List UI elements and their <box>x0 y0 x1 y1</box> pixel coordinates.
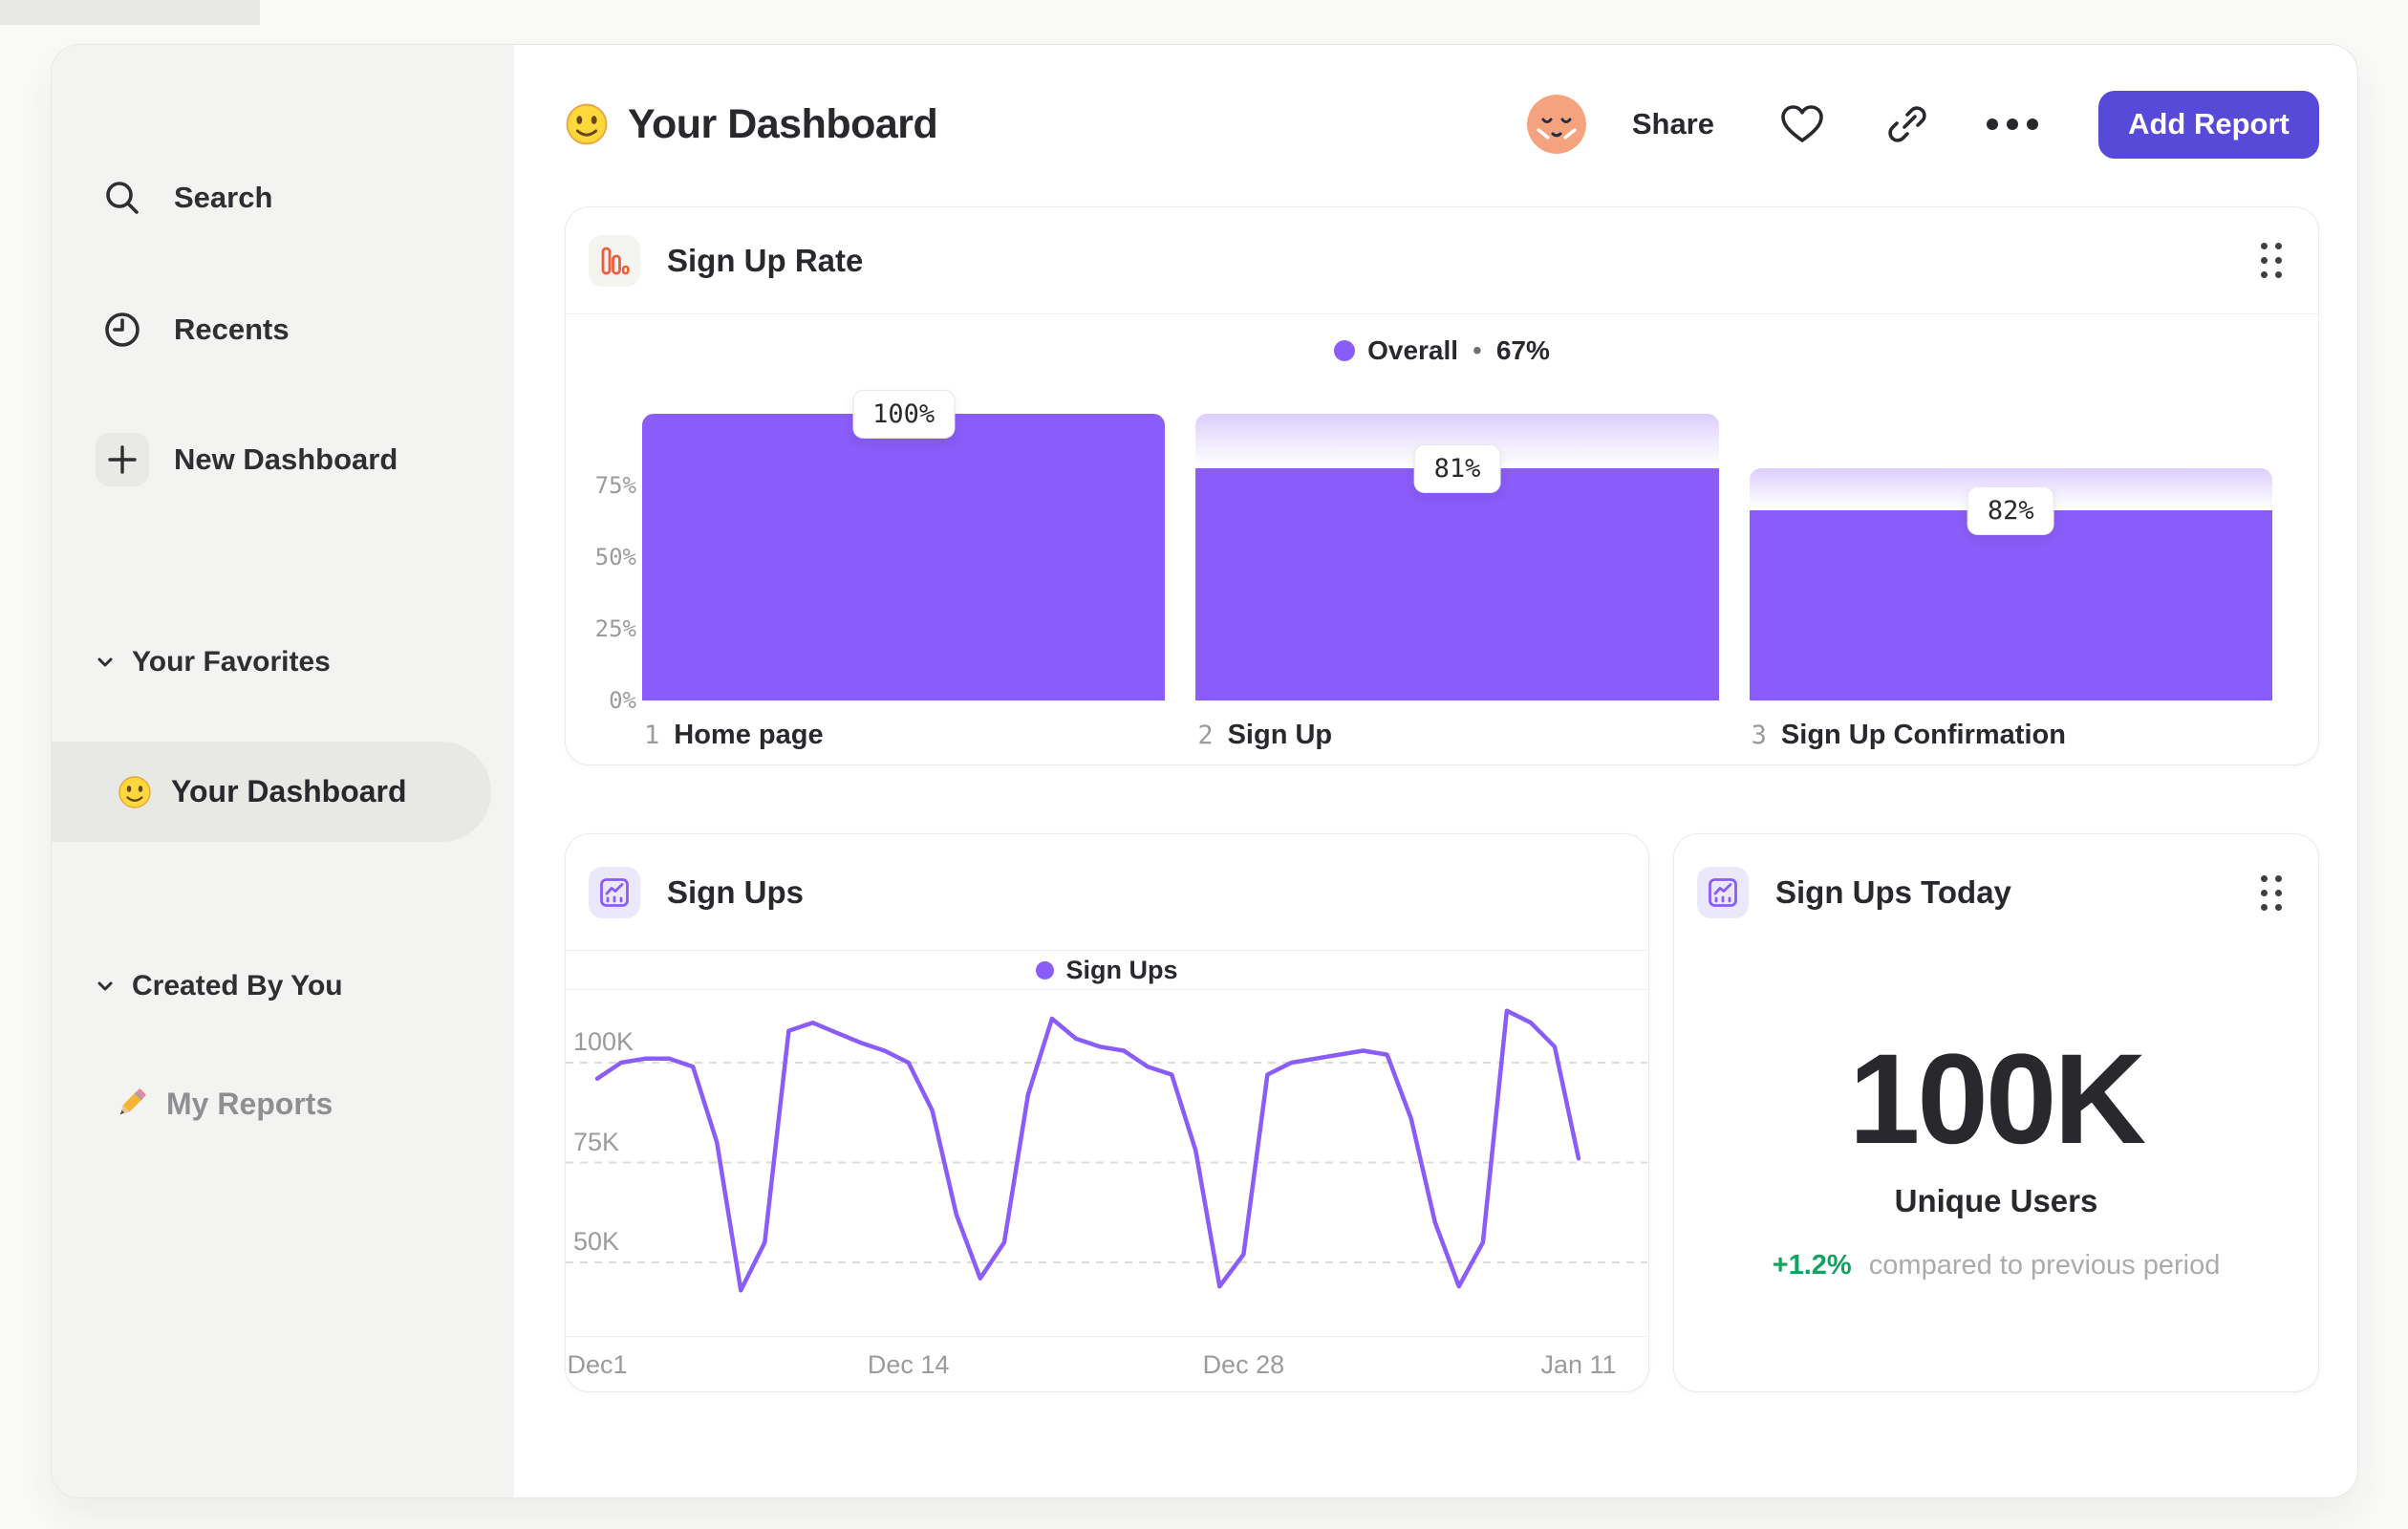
funnel-bar: 82% 3 Sign Up Confirmation <box>1749 414 2272 750</box>
sidebar-item-recents[interactable]: Recents <box>52 300 514 359</box>
sidebar: Search Recents New Dashboard Your Favori… <box>52 45 514 1497</box>
card-title: Sign Ups <box>667 873 805 910</box>
sign-up-rate-card: Sign Up Rate Overall • 67% 0% 25% 50% 75% 1… <box>565 206 2319 765</box>
chevron-down-icon <box>97 981 113 991</box>
line-chart-icon <box>589 866 640 918</box>
line-y-tick: 100K <box>573 1027 634 1056</box>
funnel-y-axis: 0% 25% 50% 75% <box>589 414 642 714</box>
copy-link-icon[interactable] <box>1886 103 1928 145</box>
main-content: Your Dashboard Share Add Report Sign Up … <box>514 45 2357 1497</box>
line-y-tick: 50K <box>573 1227 620 1256</box>
background-window-edge <box>0 0 260 25</box>
add-report-button[interactable]: Add Report <box>2098 90 2319 159</box>
metric-value: 100K <box>1848 1028 2146 1171</box>
chevron-down-icon <box>97 657 113 667</box>
line-chart-icon <box>1697 867 1749 918</box>
metric-label: Unique Users <box>1894 1182 2098 1218</box>
smiley-emoji <box>118 775 151 808</box>
line-x-tick: Dec 14 <box>867 1350 950 1379</box>
funnel-bars: 100% 1 Home page 81% 2 Sign Up 82% 3 Sign Up Con… <box>642 390 2272 750</box>
sidebar-item-your-dashboard[interactable]: Your Dashboard <box>52 742 491 842</box>
funnel-step-label: 1 Home page <box>644 720 824 750</box>
funnel-y-tick: 25% <box>594 615 636 642</box>
legend-dot <box>1334 340 1356 361</box>
line-x-tick: Dec1 <box>567 1350 628 1379</box>
sidebar-item-new-dashboard[interactable]: New Dashboard <box>52 430 514 489</box>
sidebar-item-my-reports[interactable]: My Reports <box>52 1074 514 1133</box>
metric-delta-caption: compared to previous period <box>1868 1249 2221 1281</box>
funnel-y-tick: 0% <box>609 687 636 714</box>
line-x-tick: Jan 11 <box>1540 1350 1617 1379</box>
sidebar-item-label: Your Dashboard <box>171 774 407 808</box>
card-title: Sign Ups Today <box>1775 874 2011 910</box>
funnel-step-label: 3 Sign Up Confirmation <box>1751 720 2066 750</box>
sidebar-section-your-favorites[interactable]: Your Favorites <box>52 641 514 683</box>
sidebar-item-label: New Dashboard <box>174 442 398 476</box>
drag-handle-icon[interactable] <box>2261 243 2282 278</box>
sign-ups-today-card: Sign Ups Today 100K Unique Users +1.2% c… <box>1673 833 2319 1392</box>
plus-icon <box>96 433 149 486</box>
funnel-chart: 0% 25% 50% 75% 100% 1 Home page 81% 2 Sign Up 82%… <box>589 390 2272 750</box>
line-x-tick: Dec 28 <box>1202 1350 1285 1379</box>
funnel-value-label: 100% <box>852 390 956 439</box>
dashboard-header: Your Dashboard Share Add Report <box>565 90 2319 159</box>
metric-delta-row: +1.2% compared to previous period <box>1674 1250 2318 1281</box>
sidebar-item-label: Recents <box>174 312 290 346</box>
funnel-bar-fill <box>642 414 1166 700</box>
avatar[interactable] <box>1526 95 1586 154</box>
funnel-step-label: 2 Sign Up <box>1197 720 1333 750</box>
bar-chart-icon <box>589 234 640 287</box>
funnel-y-tick: 50% <box>594 544 636 571</box>
line-chart: 100K 75K 50K <box>566 990 1648 1336</box>
search-icon <box>96 171 149 225</box>
funnel-y-tick: 75% <box>594 472 636 499</box>
legend-dot <box>1036 960 1055 980</box>
metric-delta: +1.2% <box>1772 1249 1852 1281</box>
funnel-bar-fill <box>1749 509 2272 700</box>
clock-icon <box>96 303 149 356</box>
legend-series-name: Overall <box>1367 335 1459 365</box>
drag-handle-icon[interactable] <box>2261 874 2282 911</box>
sidebar-item-label: My Reports <box>166 1086 333 1121</box>
funnel-legend[interactable]: Overall • 67% <box>566 332 2318 370</box>
card-title: Sign Up Rate <box>667 242 864 278</box>
funnel-bar: 81% 2 Sign Up <box>1195 414 1719 750</box>
more-options-icon[interactable] <box>1986 118 2039 131</box>
sidebar-section-label: Your Favorites <box>132 646 331 678</box>
funnel-value-label: 82% <box>1967 485 2054 535</box>
share-button[interactable]: Share <box>1632 107 1714 141</box>
legend-series-value: 67% <box>1495 335 1550 365</box>
smiley-emoji <box>566 103 608 145</box>
pencil-emoji <box>119 1088 146 1115</box>
page-title: Your Dashboard <box>628 100 938 147</box>
app-window: Search Recents New Dashboard Your Favori… <box>51 44 2358 1498</box>
sidebar-section-label: Created By You <box>132 970 343 1001</box>
legend-separator: • <box>1473 335 1482 365</box>
sidebar-item-search[interactable]: Search <box>52 168 514 227</box>
funnel-bar-fill <box>1195 468 1719 700</box>
funnel-value-label: 81% <box>1413 444 1501 493</box>
sidebar-section-created-by-you[interactable]: Created By You <box>52 965 514 1007</box>
favorite-heart-icon[interactable] <box>1779 103 1825 145</box>
sign-ups-card: Sign Ups Sign Ups 100K 75K 50K Dec1 Dec 14 D… <box>565 833 1649 1392</box>
line-legend[interactable]: Sign Ups <box>566 951 1648 990</box>
funnel-bar: 100% 1 Home page <box>642 390 1166 750</box>
line-y-tick: 75K <box>573 1127 620 1156</box>
line-x-axis: Dec1 Dec 14 Dec 28 Jan 11 <box>566 1336 1648 1391</box>
sidebar-item-label: Search <box>174 181 273 214</box>
legend-series-name: Sign Ups <box>1065 955 1178 984</box>
